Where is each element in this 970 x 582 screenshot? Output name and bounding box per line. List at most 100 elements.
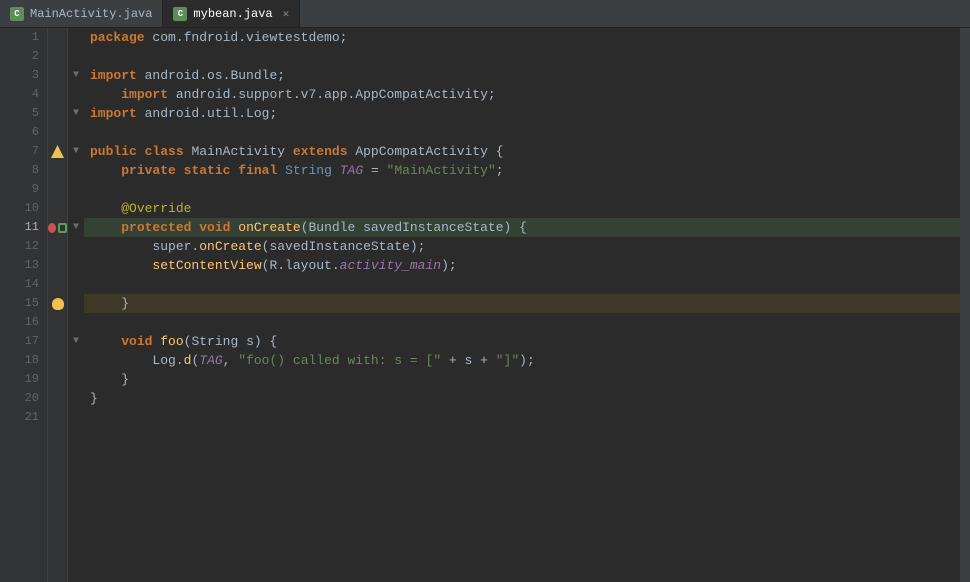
icon-gutter: [48, 28, 68, 582]
ln-2: 2: [19, 47, 39, 66]
scrollbar-right[interactable]: [960, 28, 970, 582]
fold-gutter: ▼ ▼ ▼ ▼ ▼: [68, 28, 84, 582]
ln-8: 8: [19, 161, 39, 180]
fold-10: [68, 199, 84, 218]
fold-7[interactable]: ▼: [68, 142, 84, 161]
tab-mainactivity-label: MainActivity.java: [30, 7, 152, 21]
code-line-2: [84, 47, 960, 66]
gutter-line-14: [48, 275, 67, 294]
ln-9: 9: [19, 180, 39, 199]
fold-collapse-icon-5[interactable]: ▼: [73, 108, 79, 119]
ln-19: 19: [19, 370, 39, 389]
fold-6: [68, 123, 84, 142]
code-line-19: }: [84, 370, 960, 389]
editor-body: 1 2 3 4 5 6 7 8 9 10 11 12 13 14 15 16 1…: [0, 28, 970, 582]
code-line-13: setContentView(R.layout.activity_main);: [84, 256, 960, 275]
ln-20: 20: [19, 389, 39, 408]
fold-11[interactable]: ▼: [68, 218, 84, 237]
ln-13: 13: [19, 256, 39, 275]
gutter-line-2: [48, 47, 67, 66]
fold-4: [68, 85, 84, 104]
code-line-3: import android.os.Bundle;: [84, 66, 960, 85]
gutter-line-8: [48, 161, 67, 180]
code-line-18: Log.d(TAG, "foo() called with: s = [" + …: [84, 351, 960, 370]
editor-window: C MainActivity.java C mybean.java ✕ 1 2 …: [0, 0, 970, 582]
warning-icon: [51, 145, 64, 158]
gutter-line-11: [48, 218, 67, 237]
gutter-line-1: [48, 28, 67, 47]
ln-10: 10: [19, 199, 39, 218]
gutter-line-6: [48, 123, 67, 142]
override-icon: [58, 223, 67, 233]
fold-open-icon-17[interactable]: ▼: [73, 336, 79, 347]
code-line-11: protected void onCreate(Bundle savedInst…: [84, 218, 960, 237]
ln-3: 3: [19, 66, 39, 85]
fold-collapse-icon[interactable]: ▼: [73, 70, 79, 81]
gutter-line-18: [48, 351, 67, 370]
code-line-12: super.onCreate(savedInstanceState);: [84, 237, 960, 256]
tab-mybean-label: mybean.java: [193, 7, 272, 21]
code-line-20: }: [84, 389, 960, 408]
gutter-line-20: [48, 389, 67, 408]
tab-mybean-close[interactable]: ✕: [283, 7, 290, 21]
code-line-15: }: [84, 294, 960, 313]
gutter-line-15: [48, 294, 67, 313]
fold-13: [68, 256, 84, 275]
gutter-line-16: [48, 313, 67, 332]
code-line-17: void foo(String s) {: [84, 332, 960, 351]
code-line-6: [84, 123, 960, 142]
code-content[interactable]: package com.fndroid.viewtestdemo; import…: [84, 28, 960, 582]
fold-19: [68, 370, 84, 389]
gutter-line-21: [48, 408, 67, 427]
ln-21: 21: [19, 408, 39, 427]
fold-open-icon-7[interactable]: ▼: [73, 146, 79, 157]
fold-12: [68, 237, 84, 256]
ln-12: 12: [19, 237, 39, 256]
tab-mybean-java-icon: C: [173, 7, 187, 21]
gutter-line-17: [48, 332, 67, 351]
gutter-line-4: [48, 85, 67, 104]
fold-5[interactable]: ▼: [68, 104, 84, 123]
code-line-5: import android.util.Log;: [84, 104, 960, 123]
code-line-10: @Override: [84, 199, 960, 218]
fold-1: [68, 28, 84, 47]
fold-open-icon-11[interactable]: ▼: [73, 222, 79, 233]
ln-18: 18: [19, 351, 39, 370]
fold-9: [68, 180, 84, 199]
tab-mybean[interactable]: C mybean.java ✕: [163, 0, 300, 27]
code-line-16: [84, 313, 960, 332]
ln-5: 5: [19, 104, 39, 123]
tab-java-icon: C: [10, 7, 24, 21]
code-line-9: [84, 180, 960, 199]
fold-3[interactable]: ▼: [68, 66, 84, 85]
bulb-icon: [52, 298, 64, 310]
ln-7: 7: [19, 142, 39, 161]
code-line-4: import android.support.v7.app.AppCompatA…: [84, 85, 960, 104]
gutter-line-12: [48, 237, 67, 256]
gutter-line-5: [48, 104, 67, 123]
code-line-8: private static final String TAG = "MainA…: [84, 161, 960, 180]
ln-17: 17: [19, 332, 39, 351]
fold-18: [68, 351, 84, 370]
fold-16: [68, 313, 84, 332]
breakpoint-icon: [48, 223, 56, 233]
tab-bar: C MainActivity.java C mybean.java ✕: [0, 0, 970, 28]
ln-1: 1: [19, 28, 39, 47]
gutter-line-19: [48, 370, 67, 389]
line-number-gutter: 1 2 3 4 5 6 7 8 9 10 11 12 13 14 15 16 1…: [0, 28, 48, 582]
code-line-21: [84, 408, 960, 427]
gutter-line-9: [48, 180, 67, 199]
gutter-line-13: [48, 256, 67, 275]
fold-17[interactable]: ▼: [68, 332, 84, 351]
ln-14: 14: [19, 275, 39, 294]
fold-20: [68, 389, 84, 408]
ln-16: 16: [19, 313, 39, 332]
fold-14: [68, 275, 84, 294]
code-line-1: package com.fndroid.viewtestdemo;: [84, 28, 960, 47]
ln-4: 4: [19, 85, 39, 104]
code-line-14: [84, 275, 960, 294]
ln-15: 15: [19, 294, 39, 313]
gutter-line-3: [48, 66, 67, 85]
fold-21: [68, 408, 84, 427]
tab-mainactivity[interactable]: C MainActivity.java: [0, 0, 163, 27]
